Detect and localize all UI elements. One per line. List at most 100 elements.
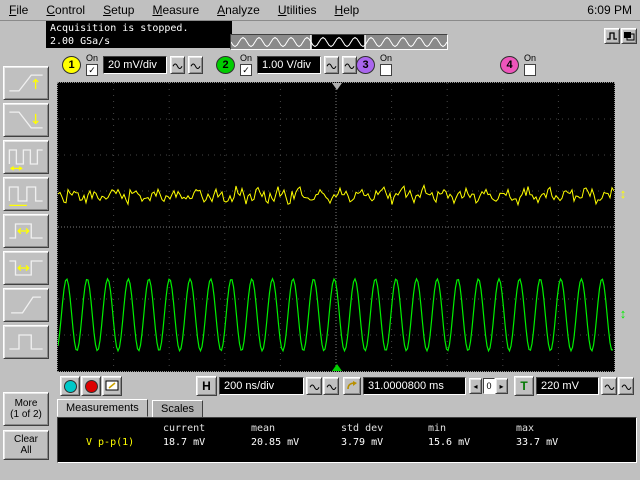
meas-header-mean: mean bbox=[251, 423, 276, 434]
fall-time-icon bbox=[9, 111, 43, 129]
channel-2-on-toggle[interactable]: On ✓ bbox=[238, 54, 254, 76]
channel-3-controls: 3 On bbox=[356, 53, 394, 77]
waveform-display[interactable] bbox=[57, 82, 615, 372]
rise-time-icon bbox=[9, 74, 43, 92]
clear-sub-label: All bbox=[20, 445, 32, 456]
sine-icon bbox=[190, 63, 201, 69]
measurement-value-mean: 20.85 mV bbox=[251, 437, 300, 448]
frequency-measure-button[interactable] bbox=[3, 140, 49, 174]
channel-1-level-marker[interactable]: ↕ bbox=[615, 187, 631, 200]
more-label: More bbox=[14, 398, 38, 409]
rising-edge-measure-button[interactable] bbox=[3, 288, 49, 322]
menu-item-utilities[interactable]: Utilities bbox=[269, 1, 326, 19]
meas-header-std-dev: std dev bbox=[341, 423, 384, 434]
trigger-decrease-button[interactable] bbox=[601, 377, 617, 395]
horizontal-setup-button[interactable]: H bbox=[196, 376, 217, 396]
period-measure-button[interactable] bbox=[3, 177, 49, 211]
channel-4-button[interactable]: 4 bbox=[500, 56, 519, 74]
stop-button[interactable] bbox=[81, 376, 101, 396]
channel-3-button[interactable]: 3 bbox=[356, 56, 375, 74]
sine-icon bbox=[309, 384, 319, 390]
channel-4-on-checkbox[interactable] bbox=[524, 64, 536, 76]
position-step-right-button[interactable]: ▸ bbox=[495, 378, 508, 394]
trigger-increase-button[interactable] bbox=[618, 377, 634, 395]
channel-1-button[interactable]: 1 bbox=[62, 56, 81, 74]
channel-2-on-checkbox[interactable]: ✓ bbox=[240, 64, 252, 76]
position-step-value: 0 bbox=[483, 378, 495, 394]
channel-2-level-marker[interactable]: ↕ bbox=[615, 307, 631, 320]
timebase-increase-button[interactable] bbox=[323, 377, 339, 395]
on-label: On bbox=[523, 53, 536, 63]
channel-2-scale-coarse-button[interactable] bbox=[324, 56, 339, 74]
acquisition-preview-bar[interactable] bbox=[230, 34, 448, 50]
trigger-level-field[interactable]: 220 mV bbox=[536, 377, 599, 395]
menu-bar: File Control Setup Measure Analyze Utilities H… bbox=[0, 0, 640, 21]
preview-waveform bbox=[230, 35, 448, 49]
rise-time-measure-button[interactable] bbox=[3, 66, 49, 100]
clear-all-button[interactable]: Clear All bbox=[3, 430, 49, 460]
frequency-icon bbox=[8, 149, 43, 171]
channel-1-scale-fine-button[interactable] bbox=[188, 56, 203, 74]
run-icon bbox=[63, 379, 77, 393]
waveform-grid bbox=[58, 83, 614, 371]
channel-3-on-checkbox[interactable] bbox=[380, 64, 392, 76]
channel-1-scale-field[interactable]: 20 mV/div bbox=[103, 56, 167, 74]
windows-icon bbox=[624, 32, 635, 41]
waveform-window-button[interactable] bbox=[604, 28, 620, 44]
channel-2-scale-fine-button[interactable] bbox=[342, 56, 357, 74]
menu-items: File Control Setup Measure Analyze Utilities H… bbox=[0, 1, 368, 19]
menu-item-analyze[interactable]: Analyze bbox=[208, 1, 269, 19]
channel-3-on-toggle[interactable]: On bbox=[378, 54, 394, 76]
menu-item-control[interactable]: Control bbox=[37, 1, 94, 19]
sine-icon bbox=[326, 384, 336, 390]
meas-header-max: max bbox=[516, 423, 535, 434]
pulse-measure-button[interactable] bbox=[3, 325, 49, 359]
run-button[interactable] bbox=[60, 376, 80, 396]
status-line-1: Acquisition is stopped. bbox=[50, 23, 189, 34]
meas-header-min: min bbox=[428, 423, 447, 434]
channel-2-scale-field[interactable]: 1.00 V/div bbox=[257, 56, 321, 74]
channel-1-on-toggle[interactable]: On ✓ bbox=[84, 54, 100, 76]
positive-width-measure-button[interactable] bbox=[3, 214, 49, 248]
clear-label: Clear bbox=[14, 434, 38, 445]
panel-window-button[interactable] bbox=[621, 28, 637, 44]
on-label: On bbox=[85, 53, 98, 63]
menu-item-measure[interactable]: Measure bbox=[143, 1, 208, 19]
channel-1-controls: 1 On ✓ 20 mV/div bbox=[62, 53, 203, 77]
positive-width-icon bbox=[9, 223, 43, 239]
measurement-value-min: 15.6 mV bbox=[428, 437, 471, 448]
timebase-field[interactable]: 200 ns/div bbox=[219, 377, 304, 395]
channel-1-scale-coarse-button[interactable] bbox=[170, 56, 185, 74]
channel-1-on-checkbox[interactable]: ✓ bbox=[86, 64, 98, 76]
rising-edge-icon bbox=[11, 296, 41, 314]
on-label: On bbox=[379, 53, 392, 63]
acquisition-mode-button[interactable] bbox=[102, 376, 122, 396]
tab-scales[interactable]: Scales bbox=[152, 400, 204, 418]
channel-2-button[interactable]: 2 bbox=[216, 56, 235, 74]
position-arrow-icon bbox=[347, 381, 357, 390]
sine-icon bbox=[172, 63, 183, 69]
window-pointer-icon bbox=[105, 380, 119, 391]
timebase-decrease-button[interactable] bbox=[306, 377, 322, 395]
sine-icon bbox=[604, 384, 614, 390]
horizontal-position-button[interactable] bbox=[343, 377, 361, 395]
position-step-left-button[interactable]: ◂ bbox=[469, 378, 482, 394]
pulse-icon bbox=[9, 334, 43, 350]
trigger-setup-button[interactable]: T bbox=[514, 376, 534, 396]
measurement-value-std-dev: 3.79 mV bbox=[341, 437, 384, 448]
channel-4-on-toggle[interactable]: On bbox=[522, 54, 538, 76]
tab-measurements[interactable]: Measurements bbox=[57, 399, 148, 417]
acquisition-status: Acquisition is stopped. 2.00 GSa/s bbox=[46, 21, 232, 48]
measurement-name: V p-p(1) bbox=[86, 437, 135, 448]
menu-item-file[interactable]: File bbox=[0, 1, 37, 19]
pulse-icon bbox=[607, 32, 617, 40]
measurement-value-max: 33.7 mV bbox=[516, 437, 559, 448]
menu-item-setup[interactable]: Setup bbox=[94, 1, 143, 19]
fall-time-measure-button[interactable] bbox=[3, 103, 49, 137]
more-sub-label: (1 of 2) bbox=[10, 409, 42, 420]
horizontal-position-field[interactable]: 31.0000800 ms bbox=[363, 377, 466, 395]
menu-item-help[interactable]: Help bbox=[326, 1, 369, 19]
more-button[interactable]: More (1 of 2) bbox=[3, 392, 49, 426]
period-icon bbox=[8, 186, 43, 207]
negative-width-measure-button[interactable] bbox=[3, 251, 49, 285]
